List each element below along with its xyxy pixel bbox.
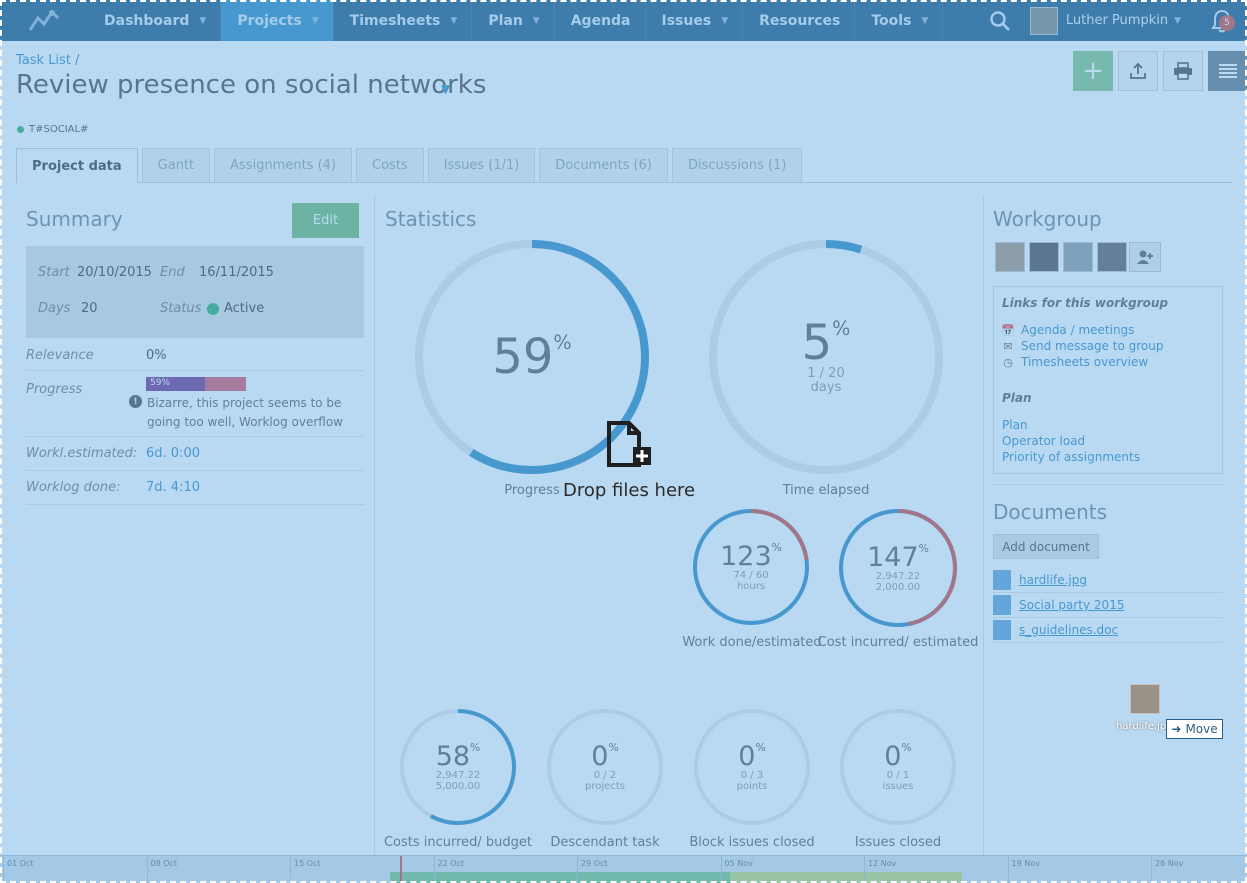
arrow-right-icon: ➜ <box>1171 722 1182 736</box>
drag-move-tooltip: ➜ Move <box>1166 719 1223 739</box>
file-drop-overlay[interactable]: Drop files here hardlife.jpg ➜ Move <box>0 0 1247 883</box>
dragged-file-name: hardlife.jpg <box>1116 721 1173 732</box>
dragged-file-thumbnail <box>1130 684 1160 714</box>
add-file-icon <box>607 421 651 467</box>
move-label: Move <box>1185 722 1218 736</box>
drop-files-text: Drop files here <box>563 480 696 501</box>
